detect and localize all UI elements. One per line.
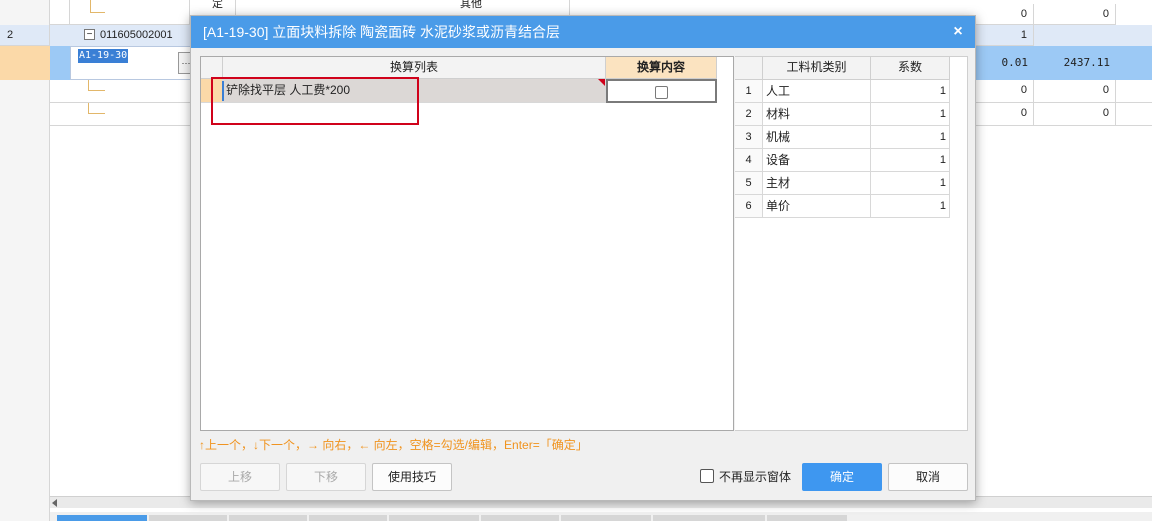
move-up-button[interactable]: 上移 — [200, 463, 280, 491]
tips-button[interactable]: 使用技巧 — [372, 463, 452, 491]
factor-value-cell[interactable]: 1 — [871, 80, 950, 103]
grid-corner — [201, 57, 223, 79]
sheet-value-cell[interactable]: 0 — [1034, 4, 1116, 25]
bottom-tab[interactable] — [481, 515, 559, 521]
factor-value-cell[interactable]: 1 — [871, 126, 950, 149]
conversion-dialog: [A1-19-30] 立面块料拆除 陶瓷面砖 水泥砂浆或沥青结合层 × 换算列表… — [190, 15, 976, 501]
sheet-value-cell[interactable]: 0 — [1034, 103, 1116, 126]
move-down-button[interactable]: 下移 — [286, 463, 366, 491]
bottom-tab[interactable] — [309, 515, 387, 521]
sheet-code-cell[interactable]: 011605002001 — [100, 25, 200, 46]
conversion-checkbox[interactable] — [655, 86, 668, 100]
sheet-row-index: 2 — [0, 25, 50, 46]
cancel-button[interactable]: 取消 — [888, 463, 968, 491]
factor-row-index: 5 — [735, 172, 763, 195]
factor-value-cell[interactable]: 1 — [871, 195, 950, 218]
column-header-list[interactable]: 换算列表 — [223, 57, 606, 79]
dont-show-option[interactable]: 不再显示窗体 — [700, 468, 791, 486]
dialog-title-bar[interactable]: [A1-19-30] 立面块料拆除 陶瓷面砖 水泥砂浆或沥青结合层 × — [191, 16, 975, 48]
factor-category-cell[interactable]: 单价 — [763, 195, 871, 218]
factor-row-index: 2 — [735, 103, 763, 126]
factor-value-cell[interactable]: 1 — [871, 172, 950, 195]
bottom-tab[interactable] — [561, 515, 651, 521]
factor-category-cell[interactable]: 主材 — [763, 172, 871, 195]
bottom-tab[interactable] — [653, 515, 765, 521]
factor-category-cell[interactable]: 设备 — [763, 149, 871, 172]
bottom-tab[interactable] — [229, 515, 307, 521]
sheet-value-cell[interactable]: 1 — [976, 25, 1034, 46]
factor-value-cell[interactable]: 1 — [871, 103, 950, 126]
factor-category-cell[interactable]: 机械 — [763, 126, 871, 149]
bottom-tab-strip — [50, 512, 1152, 521]
factor-value-cell[interactable]: 1 — [871, 149, 950, 172]
column-header-content[interactable]: 换算内容 — [606, 57, 717, 79]
sheet-value-cell[interactable]: 0 — [976, 103, 1034, 126]
sheet-value-cell[interactable]: 0.01 — [976, 46, 1034, 80]
scroll-left-arrow-icon[interactable] — [52, 499, 57, 507]
factor-row-index: 4 — [735, 149, 763, 172]
highlight-annotation-box — [211, 77, 419, 125]
dont-show-label: 不再显示窗体 — [719, 470, 792, 484]
factor-category-cell[interactable]: 人工 — [763, 80, 871, 103]
ok-button[interactable]: 确定 — [802, 463, 882, 491]
column-header-factor[interactable]: 系数 — [871, 57, 950, 80]
dont-show-checkbox[interactable] — [700, 469, 714, 483]
sheet-value-cell[interactable]: 0 — [976, 80, 1034, 103]
bottom-tab[interactable] — [149, 515, 227, 521]
sheet-value-cell[interactable]: 0 — [976, 4, 1034, 25]
keyboard-hint: ↑上一个，↓下一个，→ 向右，← 向左，空格=勾选/编辑，Enter=「确定」 — [199, 438, 588, 452]
bottom-tab[interactable] — [767, 515, 847, 521]
bottom-tab-active[interactable] — [57, 515, 147, 521]
red-corner-marker — [598, 79, 605, 86]
factor-row-index: 3 — [735, 126, 763, 149]
conversion-content-cell[interactable] — [606, 79, 717, 103]
factor-grid: 工料机类别 系数 1 人工 1 2 材料 1 3 机械 1 4 设备 1 5 主材 1 6 单价 1 — [735, 56, 968, 431]
collapse-toggle-icon[interactable]: − — [84, 29, 95, 40]
sheet-row-index — [0, 46, 50, 80]
bottom-tab[interactable] — [389, 515, 479, 521]
sheet-code-input[interactable]: A1-19-30 — [78, 49, 129, 63]
close-icon[interactable]: × — [949, 16, 967, 48]
column-header-category[interactable]: 工料机类别 — [763, 57, 871, 80]
sheet-value-cell[interactable]: 0 — [1034, 80, 1116, 103]
dialog-title: [A1-19-30] 立面块料拆除 陶瓷面砖 水泥砂浆或沥青结合层 — [203, 24, 561, 40]
factor-category-cell[interactable]: 材料 — [763, 103, 871, 126]
factor-row-index: 1 — [735, 80, 763, 103]
sheet-value-cell[interactable]: 2437.11 — [1034, 46, 1116, 80]
factor-row-index: 6 — [735, 195, 763, 218]
grid-corner — [735, 57, 763, 80]
